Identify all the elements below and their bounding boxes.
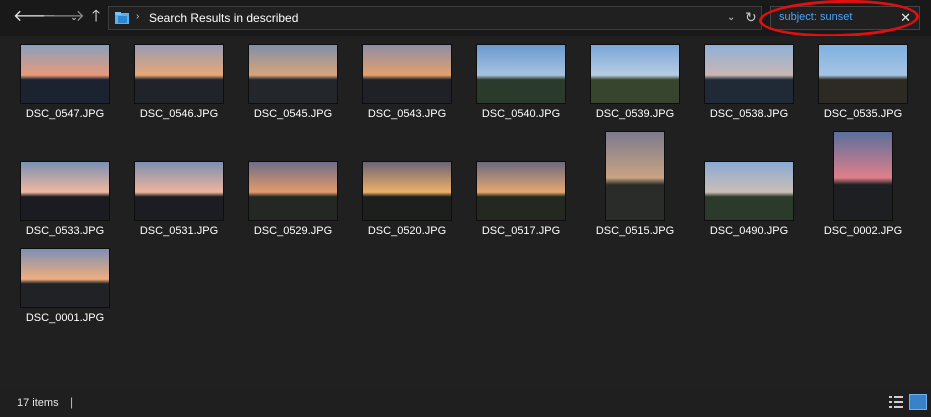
photo-thumbnail <box>833 131 893 221</box>
file-name: DSC_0002.JPG <box>823 225 903 237</box>
file-item[interactable]: DSC_0546.JPG <box>124 44 234 134</box>
file-item[interactable]: DSC_0545.JPG <box>238 44 348 134</box>
photo-thumbnail <box>134 44 224 104</box>
file-item[interactable]: DSC_0543.JPG <box>352 44 462 134</box>
file-name: DSC_0535.JPG <box>823 108 903 120</box>
red-highlight-annotation <box>758 0 920 40</box>
file-name: DSC_0547.JPG <box>25 108 105 120</box>
file-name: DSC_0517.JPG <box>481 225 561 237</box>
refresh-icon[interactable]: ↻ <box>745 9 757 26</box>
status-divider: | <box>70 395 74 409</box>
photo-thumbnail <box>20 161 110 221</box>
file-name: DSC_0490.JPG <box>709 225 789 237</box>
status-bar: 17 items | <box>0 390 931 417</box>
photo-thumbnail <box>20 248 110 308</box>
file-name: DSC_0539.JPG <box>595 108 675 120</box>
file-item[interactable]: DSC_0490.JPG <box>694 161 804 251</box>
file-item[interactable]: DSC_0540.JPG <box>466 44 576 134</box>
address-dropdown-chevron-icon[interactable]: ⌄ <box>727 12 735 23</box>
file-item[interactable]: DSC_0531.JPG <box>124 161 234 251</box>
photo-thumbnail <box>362 44 452 104</box>
file-item[interactable]: DSC_0520.JPG <box>352 161 462 251</box>
file-name: DSC_0533.JPG <box>25 225 105 237</box>
file-name: DSC_0538.JPG <box>709 108 789 120</box>
file-name: DSC_0001.JPG <box>25 312 105 324</box>
file-name: DSC_0543.JPG <box>367 108 447 120</box>
recent-locations-chevron-icon[interactable]: ⌄ <box>68 8 80 26</box>
details-view-icon[interactable] <box>888 395 904 409</box>
photo-thumbnail <box>605 131 665 221</box>
back-arrow-icon[interactable]: 🡐 <box>13 8 56 26</box>
photo-thumbnail <box>818 44 908 104</box>
photo-thumbnail <box>248 44 338 104</box>
file-item[interactable]: DSC_0001.JPG <box>10 248 120 338</box>
photo-thumbnail <box>362 161 452 221</box>
file-item[interactable]: DSC_0539.JPG <box>580 44 690 134</box>
file-name: DSC_0546.JPG <box>139 108 219 120</box>
address-bar[interactable]: › Search Results in described ⌄ ↻ <box>108 6 762 30</box>
file-item[interactable]: DSC_0533.JPG <box>10 161 120 251</box>
file-item[interactable]: DSC_0002.JPG <box>808 131 918 251</box>
file-item[interactable]: DSC_0529.JPG <box>238 161 348 251</box>
photo-thumbnail <box>476 161 566 221</box>
up-arrow-icon[interactable]: 🡑 <box>87 8 105 26</box>
forward-arrow-icon[interactable]: 🡒 <box>42 8 85 26</box>
large-icons-view-icon[interactable] <box>909 394 927 410</box>
file-item[interactable]: DSC_0535.JPG <box>808 44 918 134</box>
file-name: DSC_0531.JPG <box>139 225 219 237</box>
file-item[interactable]: DSC_0515.JPG <box>580 131 690 251</box>
file-item[interactable]: DSC_0547.JPG <box>10 44 120 134</box>
file-name: DSC_0529.JPG <box>253 225 333 237</box>
photo-thumbnail <box>704 161 794 221</box>
breadcrumb[interactable]: Search Results in described <box>149 11 298 25</box>
toolbar: 🡐 🡒 ⌄ 🡑 › Search Results in described ⌄ … <box>0 0 931 40</box>
breadcrumb-chevron-icon[interactable]: › <box>136 11 139 22</box>
photo-thumbnail <box>20 44 110 104</box>
photo-thumbnail <box>248 161 338 221</box>
file-list: DSC_0547.JPG DSC_0546.JPG DSC_0545.JPG DSC_… <box>0 36 931 388</box>
file-item[interactable]: DSC_0538.JPG <box>694 44 804 134</box>
file-name: DSC_0515.JPG <box>595 225 675 237</box>
photo-thumbnail <box>590 44 680 104</box>
file-name: DSC_0545.JPG <box>253 108 333 120</box>
item-count: 17 items <box>17 397 59 409</box>
search-folder-icon <box>115 12 129 24</box>
photo-thumbnail <box>476 44 566 104</box>
file-item[interactable]: DSC_0517.JPG <box>466 161 576 251</box>
photo-thumbnail <box>134 161 224 221</box>
photo-thumbnail <box>704 44 794 104</box>
file-name: DSC_0520.JPG <box>367 225 447 237</box>
file-name: DSC_0540.JPG <box>481 108 561 120</box>
